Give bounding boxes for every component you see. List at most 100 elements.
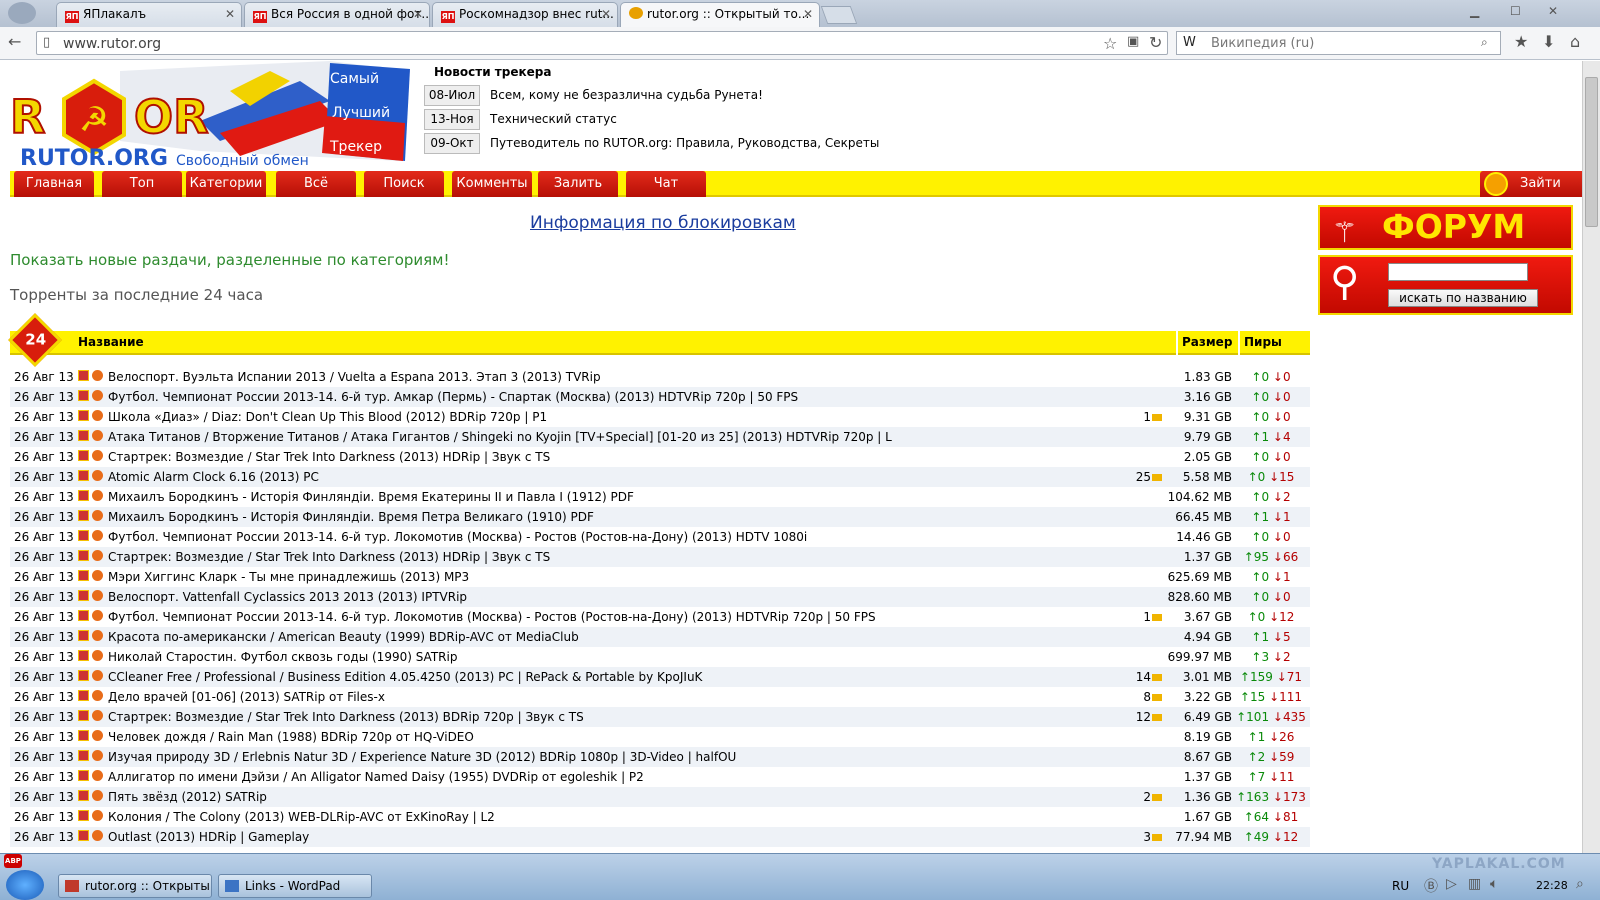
- download-icon[interactable]: [92, 650, 103, 661]
- download-icon[interactable]: [92, 370, 103, 381]
- magnifier-icon[interactable]: ⌕: [1481, 35, 1488, 50]
- torrent-link[interactable]: Велоспорт. Vattenfall Cyclassics 2013 20…: [108, 587, 467, 607]
- magnet-icon[interactable]: [78, 570, 89, 581]
- magnet-icon[interactable]: [78, 810, 89, 821]
- search-by-name-button[interactable]: искать по названию: [1388, 289, 1538, 307]
- block-info-link[interactable]: Информация по блокировкам: [530, 213, 796, 233]
- magnet-icon[interactable]: [78, 390, 89, 401]
- menu-item-4[interactable]: Поиск: [364, 171, 444, 197]
- download-icon[interactable]: [92, 590, 103, 601]
- torrent-link[interactable]: CCleaner Free / Professional / Business …: [108, 667, 702, 687]
- clock[interactable]: 22:28: [1536, 879, 1568, 892]
- download-icon[interactable]: [92, 670, 103, 681]
- browser-tab-2[interactable]: ЯП Роскомнадзор внес rut... ✕: [432, 2, 618, 27]
- magnet-icon[interactable]: [78, 370, 89, 381]
- download-icon[interactable]: [92, 570, 103, 581]
- menu-item-7[interactable]: Чат: [626, 171, 706, 197]
- tray-app-icon[interactable]: ▷: [1446, 876, 1457, 892]
- download-icon[interactable]: [92, 490, 103, 501]
- wikipedia-icon[interactable]: W: [1183, 35, 1196, 50]
- bookmark-star-icon[interactable]: ☆: [1103, 34, 1117, 53]
- torrent-link[interactable]: Михаилъ Бородкинъ - Исторія Финляндіи. В…: [108, 487, 634, 507]
- torrent-link[interactable]: Дело врачей [01-06] (2013) SATRip от Fil…: [108, 687, 385, 707]
- magnet-icon[interactable]: [78, 750, 89, 761]
- torrent-link[interactable]: Школа «Диаз» / Diaz: Don't Clean Up This…: [108, 407, 547, 427]
- tab-close-icon[interactable]: ✕: [413, 7, 423, 21]
- search-engine-box[interactable]: W Википедия (ru) ⌕: [1176, 31, 1501, 55]
- start-button[interactable]: [6, 870, 44, 900]
- download-icon[interactable]: [92, 610, 103, 621]
- menu-item-5[interactable]: Комменты: [452, 171, 532, 197]
- torrent-link[interactable]: Человек дождя / Rain Man (1988) BDRip 72…: [108, 727, 474, 747]
- menu-item-2[interactable]: Категории: [186, 171, 266, 197]
- download-icon[interactable]: [92, 690, 103, 701]
- torrent-link[interactable]: Стартрек: Возмездие / Star Trek Into Dar…: [108, 707, 584, 727]
- magnet-icon[interactable]: [78, 690, 89, 701]
- torrent-link[interactable]: Мэри Хиггинс Кларк - Ты мне принадлежишь…: [108, 567, 469, 587]
- download-icon[interactable]: [92, 550, 103, 561]
- download-icon[interactable]: [92, 830, 103, 841]
- torrent-link[interactable]: Стартрек: Возмездие / Star Trek Into Dar…: [108, 547, 550, 567]
- news-text[interactable]: Всем, кому не безразлична судьба Рунета!: [490, 88, 763, 102]
- close-window-icon[interactable]: ✕: [1548, 4, 1558, 18]
- torrent-link[interactable]: Колония / The Colony (2013) WEB-DLRip-AV…: [108, 807, 495, 827]
- download-icon[interactable]: [92, 770, 103, 781]
- tab-close-icon[interactable]: ✕: [803, 7, 813, 21]
- magnet-icon[interactable]: [78, 490, 89, 501]
- torrent-link[interactable]: Футбол. Чемпионат России 2013-14. 6-й ту…: [108, 527, 807, 547]
- magnet-icon[interactable]: [78, 590, 89, 601]
- browser-tab-0[interactable]: ЯП ЯПлакалъ ✕: [56, 2, 242, 27]
- magnet-icon[interactable]: [78, 710, 89, 721]
- magnet-icon[interactable]: [78, 650, 89, 661]
- magnet-icon[interactable]: [78, 430, 89, 441]
- tab-close-icon[interactable]: ✕: [225, 7, 235, 21]
- magnet-icon[interactable]: [78, 610, 89, 621]
- language-indicator[interactable]: RU: [1392, 879, 1409, 893]
- download-icon[interactable]: [92, 510, 103, 521]
- news-item[interactable]: 09-Окт Путеводитель по RUTOR.org: Правила…: [424, 131, 884, 155]
- torrent-link[interactable]: Футбол. Чемпионат России 2013-14. 6-й ту…: [108, 607, 876, 627]
- magnet-icon[interactable]: [78, 670, 89, 681]
- back-icon[interactable]: ←: [8, 32, 21, 51]
- forum-banner[interactable]: ⚚ ФОРУМ: [1318, 205, 1573, 250]
- news-text[interactable]: Технический статус: [490, 112, 617, 126]
- torrent-link[interactable]: Михаилъ Бородкинъ - Исторія Финляндіи. В…: [108, 507, 594, 527]
- browser-tab-1[interactable]: ЯП Вся Россия в одной фот... ✕: [244, 2, 430, 27]
- download-icon[interactable]: [92, 530, 103, 541]
- torrent-link[interactable]: Красота по-американски / American Beauty…: [108, 627, 579, 647]
- downloads-icon[interactable]: ⬇: [1542, 32, 1555, 51]
- tray-volume-icon[interactable]: 🔈︎: [1490, 876, 1498, 892]
- page-scrollbar[interactable]: [1582, 61, 1600, 853]
- torrent-link[interactable]: Николай Старостин. Футбол сквозь годы (1…: [108, 647, 457, 667]
- download-icon[interactable]: [92, 430, 103, 441]
- taskbar-wordpad[interactable]: Links - WordPad: [218, 874, 372, 898]
- address-bar[interactable]: ▯ www.rutor.org ☆ ▣ ↻: [36, 31, 1168, 55]
- rutor-logo[interactable]: ☭ R OR RUTOR.ORG Свободный обмен Самый Л…: [0, 61, 415, 173]
- torrent-link[interactable]: Велоспорт. Вуэльта Испании 2013 / Vuelta…: [108, 367, 601, 387]
- tray-app-icon[interactable]: Ⓑ: [1424, 876, 1438, 896]
- bookmarks-icon[interactable]: ★: [1514, 32, 1528, 51]
- adblock-icon[interactable]: ABP: [4, 854, 22, 868]
- download-icon[interactable]: [92, 630, 103, 641]
- minimize-icon[interactable]: ▁: [1470, 4, 1479, 18]
- magnet-icon[interactable]: [78, 770, 89, 781]
- search-input[interactable]: [1388, 263, 1528, 281]
- scrollbar-thumb[interactable]: [1585, 77, 1598, 227]
- download-icon[interactable]: [92, 710, 103, 721]
- news-item[interactable]: 13-Ноя Технический статус: [424, 107, 884, 131]
- login-button[interactable]: Зайти: [1480, 171, 1582, 197]
- menu-item-3[interactable]: Всё: [276, 171, 356, 197]
- torrent-link[interactable]: Outlast (2013) HDRip | Gameplay: [108, 827, 309, 847]
- news-text[interactable]: Путеводитель по RUTOR.org: Правила, Руко…: [490, 136, 879, 150]
- menu-item-1[interactable]: Топ: [102, 171, 182, 197]
- browser-tab-3[interactable]: rutor.org :: Открытый то... ✕: [620, 2, 820, 28]
- reader-icon[interactable]: ▣: [1127, 34, 1139, 49]
- torrent-link[interactable]: Изучая природу 3D / Erlebnis Natur 3D / …: [108, 747, 736, 767]
- download-icon[interactable]: [92, 470, 103, 481]
- download-icon[interactable]: [92, 750, 103, 761]
- magnet-icon[interactable]: [78, 510, 89, 521]
- download-icon[interactable]: [92, 450, 103, 461]
- home-icon[interactable]: ⌂: [1570, 32, 1580, 51]
- torrent-link[interactable]: Пять звёзд (2012) SATRip: [108, 787, 267, 807]
- show-new-by-category-link[interactable]: Показать новые раздачи, разделенные по к…: [10, 251, 450, 269]
